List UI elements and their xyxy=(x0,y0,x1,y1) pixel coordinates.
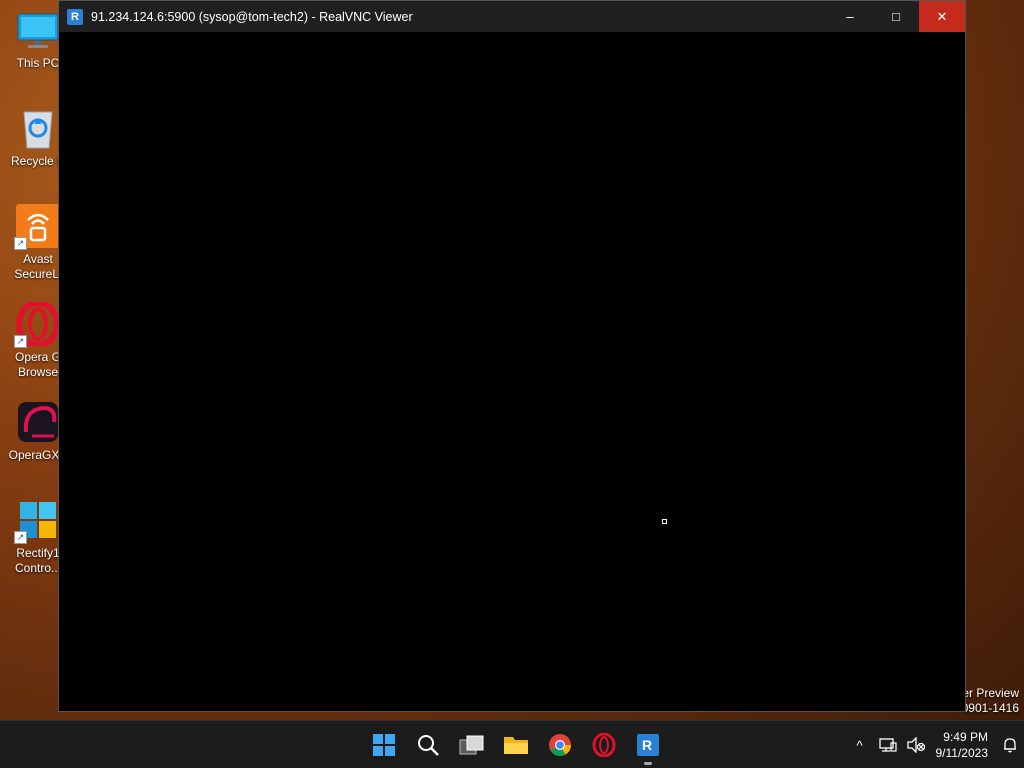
watermark-line-2: 0901-1416 xyxy=(961,701,1019,715)
recycle-bin-icon xyxy=(16,106,60,150)
realvnc-viewer-window[interactable]: R 91.234.124.6:5900 (sysop@tom-tech2) - … xyxy=(58,0,966,712)
chrome-icon xyxy=(549,734,571,756)
window-title: 91.234.124.6:5900 (sysop@tom-tech2) - Re… xyxy=(91,9,413,24)
chevron-up-icon: ^ xyxy=(856,737,863,753)
shortcut-arrow-icon: ↗ xyxy=(14,531,27,544)
search-button[interactable] xyxy=(406,721,450,768)
file-explorer-icon xyxy=(504,737,528,754)
clock-date: 9/11/2023 xyxy=(935,746,989,760)
shortcut-arrow-icon: ↗ xyxy=(14,237,27,250)
monitor-icon xyxy=(16,8,60,52)
chrome-button[interactable] xyxy=(538,721,582,768)
minimize-icon: – xyxy=(846,9,854,24)
shortcut-arrow-icon: ↗ xyxy=(14,335,27,348)
show-hidden-icons-button[interactable]: ^ xyxy=(846,721,874,768)
maximize-button[interactable]: □ xyxy=(873,1,919,32)
close-icon: ✕ xyxy=(936,8,948,24)
clock[interactable]: 9:49 PM 9/11/2023 xyxy=(930,729,997,761)
avast-securelin-icon: ↗ xyxy=(14,204,60,250)
start-button[interactable] xyxy=(362,721,406,768)
remote-desktop-view[interactable] xyxy=(59,32,965,711)
opera-gx-icon: ↗ xyxy=(14,300,60,348)
file-explorer-button[interactable] xyxy=(494,721,538,768)
remote-cursor-icon xyxy=(662,519,667,524)
volume-muted-icon xyxy=(906,737,925,753)
watermark-line-1: er Preview xyxy=(962,686,1019,700)
opera-button[interactable] xyxy=(582,721,626,768)
realvnc-app-icon[interactable]: R xyxy=(67,8,83,25)
volume-button[interactable] xyxy=(902,721,930,768)
bell-icon xyxy=(1004,738,1016,753)
task-view-button[interactable] xyxy=(450,721,494,768)
taskbar-apps: R xyxy=(362,721,670,768)
clock-time: 9:49 PM xyxy=(943,730,988,744)
task-view-icon xyxy=(459,735,484,755)
network-button[interactable] xyxy=(874,721,902,768)
taskbar: R ^ 9:49 PM 9/11/2023 xyxy=(0,720,1024,768)
opera-icon xyxy=(592,733,616,757)
system-tray: ^ 9:49 PM 9/11/2023 xyxy=(846,721,1024,768)
maximize-icon: □ xyxy=(892,9,900,24)
realvnc-icon: R xyxy=(637,734,659,756)
realvnc-taskbar-button[interactable]: R xyxy=(626,721,670,768)
svg-text:R: R xyxy=(642,737,652,753)
rectify11-icon: ↗ xyxy=(14,498,60,544)
start-icon xyxy=(373,734,395,756)
notifications-button[interactable] xyxy=(996,721,1024,768)
opera-gx-setup-icon xyxy=(16,400,60,444)
minimize-button[interactable]: – xyxy=(827,1,873,32)
windows-build-watermark: er Preview 0901-1416 xyxy=(962,686,1019,716)
window-titlebar[interactable]: R 91.234.124.6:5900 (sysop@tom-tech2) - … xyxy=(59,1,965,32)
network-icon xyxy=(878,738,897,752)
search-icon xyxy=(418,735,439,756)
close-button[interactable]: ✕ xyxy=(919,1,965,32)
